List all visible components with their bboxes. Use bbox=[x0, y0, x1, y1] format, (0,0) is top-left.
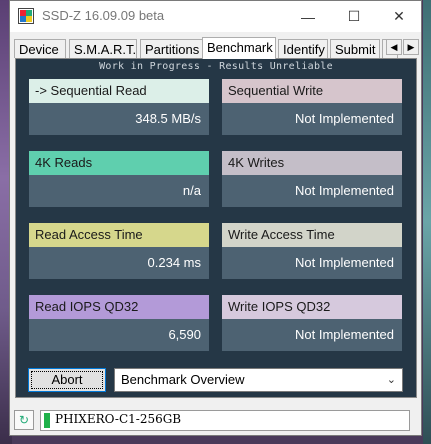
card-label: 4K Writes bbox=[222, 151, 402, 175]
card-4k-writes: 4K Writes Not Implemented bbox=[222, 151, 402, 207]
card-label: Read Access Time bbox=[29, 223, 209, 247]
card-sequential-read: -> Sequential Read 348.5 MB/s bbox=[29, 79, 209, 135]
card-4k-reads: 4K Reads n/a bbox=[29, 151, 209, 207]
drive-selector[interactable]: PHIXERO-C1-256GB bbox=[40, 410, 410, 431]
card-value: Not Implemented bbox=[222, 175, 402, 207]
drive-status-led bbox=[44, 413, 50, 428]
card-label: -> Sequential Read bbox=[29, 79, 209, 103]
app-icon bbox=[18, 8, 34, 24]
tab-identify[interactable]: Identify bbox=[278, 39, 328, 58]
abort-button[interactable]: Abort bbox=[28, 368, 106, 392]
ssdz-window: SSD-Z 16.09.09 beta — ☐ ✕ Device S.M.A.R… bbox=[9, 0, 422, 436]
benchmark-panel: Work in Progress - Results Unreliable ->… bbox=[15, 58, 417, 398]
card-value: 348.5 MB/s bbox=[29, 103, 209, 135]
wip-banner: Work in Progress - Results Unreliable bbox=[99, 61, 333, 72]
tab-scroll-left-icon[interactable]: ◀ bbox=[386, 39, 402, 55]
card-label: Read IOPS QD32 bbox=[29, 295, 209, 319]
card-read-iops: Read IOPS QD32 6,590 bbox=[29, 295, 209, 351]
close-button[interactable]: ✕ bbox=[376, 1, 422, 32]
card-value: n/a bbox=[29, 175, 209, 207]
card-value: Not Implemented bbox=[222, 247, 402, 279]
drive-name: PHIXERO-C1-256GB bbox=[55, 412, 182, 426]
card-write-iops: Write IOPS QD32 Not Implemented bbox=[222, 295, 402, 351]
card-label: Write IOPS QD32 bbox=[222, 295, 402, 319]
tab-strip: Device S.M.A.R.T. Partitions Benchmark I… bbox=[14, 37, 419, 59]
refresh-icon[interactable]: ↻ bbox=[14, 410, 34, 430]
view-select-value: Benchmark Overview bbox=[121, 372, 245, 387]
card-label: 4K Reads bbox=[29, 151, 209, 175]
tab-device[interactable]: Device bbox=[14, 39, 66, 58]
card-label: Sequential Write bbox=[222, 79, 402, 103]
minimize-button[interactable]: — bbox=[285, 1, 331, 32]
chevron-down-icon[interactable]: ⌄ bbox=[387, 369, 396, 391]
desktop-background-right bbox=[423, 0, 431, 444]
card-read-access-time: Read Access Time 0.234 ms bbox=[29, 223, 209, 279]
view-select[interactable]: Benchmark Overview ⌄ bbox=[114, 368, 403, 392]
tab-partitions[interactable]: Partitions bbox=[140, 39, 205, 58]
card-value: 0.234 ms bbox=[29, 247, 209, 279]
tab-benchmark[interactable]: Benchmark bbox=[202, 37, 276, 59]
tab-smart[interactable]: S.M.A.R.T. bbox=[69, 39, 137, 58]
card-value: Not Implemented bbox=[222, 103, 402, 135]
tab-scroll-right-icon[interactable]: ▶ bbox=[403, 39, 419, 55]
status-bar: ↻ PHIXERO-C1-256GB bbox=[10, 407, 421, 435]
tab-submit[interactable]: Submit bbox=[330, 39, 380, 58]
card-value: Not Implemented bbox=[222, 319, 402, 351]
card-value: 6,590 bbox=[29, 319, 209, 351]
window-title: SSD-Z 16.09.09 beta bbox=[42, 8, 165, 23]
card-write-access-time: Write Access Time Not Implemented bbox=[222, 223, 402, 279]
card-label: Write Access Time bbox=[222, 223, 402, 247]
title-bar[interactable]: SSD-Z 16.09.09 beta — ☐ ✕ bbox=[10, 1, 421, 32]
maximize-button[interactable]: ☐ bbox=[331, 1, 377, 32]
card-sequential-write: Sequential Write Not Implemented bbox=[222, 79, 402, 135]
